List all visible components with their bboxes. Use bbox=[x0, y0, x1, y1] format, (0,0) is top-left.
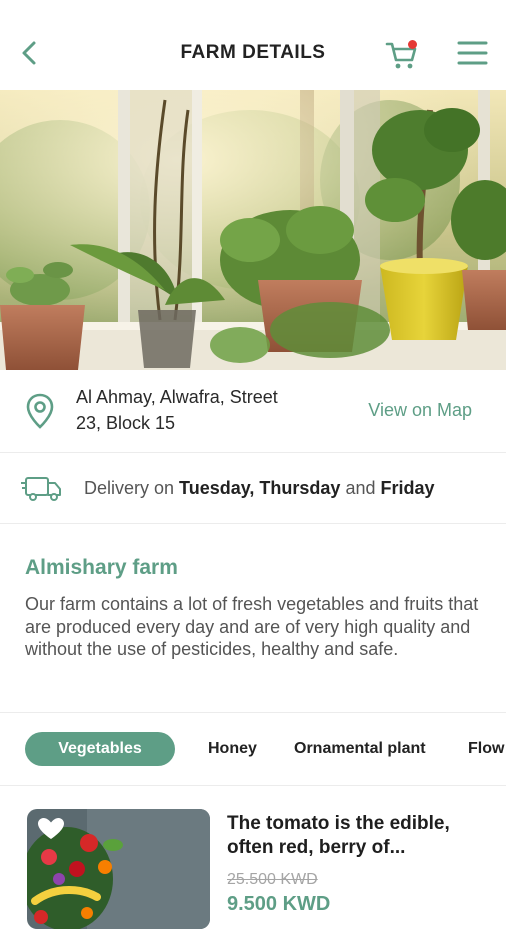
tab-vegetables[interactable]: Vegetables bbox=[25, 732, 175, 766]
product-new-price: 9.500 KWD bbox=[227, 893, 331, 915]
product-image bbox=[27, 809, 210, 929]
product-old-price: 25.500 KWD bbox=[227, 871, 318, 888]
delivery-schedule: Delivery on Tuesday, Thursday and Friday bbox=[84, 478, 435, 499]
delivery-truck-icon bbox=[21, 477, 61, 501]
cart-badge bbox=[408, 40, 417, 49]
cart-button[interactable] bbox=[384, 36, 420, 72]
farm-hero-image bbox=[0, 90, 506, 370]
tab-ornamental-plant[interactable]: Ornamental plant bbox=[294, 732, 426, 766]
farm-description: Our farm contains a lot of fresh vegetab… bbox=[25, 594, 479, 659]
delivery-and: and bbox=[340, 478, 381, 498]
menu-button[interactable] bbox=[456, 38, 490, 68]
delivery-last-day: Friday bbox=[380, 478, 435, 498]
page-title: FARM DETAILS bbox=[180, 42, 326, 63]
tab-flowers[interactable]: Flow bbox=[468, 732, 504, 766]
app-header: FARM DETAILS bbox=[0, 0, 506, 90]
address-line-2: 23, Block 15 bbox=[76, 413, 176, 433]
product-title[interactable]: The tomato is the edible, often red, ber… bbox=[227, 812, 487, 860]
farm-name: Almishary farm bbox=[25, 556, 178, 579]
category-tabs: Vegetables Honey Ornamental plant Flow bbox=[0, 713, 506, 786]
address-line-1: Al Ahmay, Alwafra, Street bbox=[76, 387, 278, 407]
address-row: Al Ahmay, Alwafra, Street 23, Block 15 V… bbox=[0, 370, 506, 453]
farm-address: Al Ahmay, Alwafra, Street 23, Block 15 bbox=[76, 384, 326, 436]
delivery-days: Tuesday, Thursday bbox=[179, 478, 341, 498]
view-on-map-link[interactable]: View on Map bbox=[368, 400, 472, 421]
heart-icon[interactable] bbox=[37, 817, 65, 841]
location-pin-icon bbox=[26, 393, 54, 429]
product-card[interactable]: The tomato is the edible, often red, ber… bbox=[0, 786, 506, 929]
farm-info: Almishary farm Our farm contains a lot o… bbox=[0, 524, 506, 713]
hamburger-menu-icon bbox=[457, 41, 488, 65]
delivery-row: Delivery on Tuesday, Thursday and Friday bbox=[0, 453, 506, 524]
delivery-prefix: Delivery on bbox=[84, 478, 180, 498]
tab-honey[interactable]: Honey bbox=[208, 732, 257, 766]
